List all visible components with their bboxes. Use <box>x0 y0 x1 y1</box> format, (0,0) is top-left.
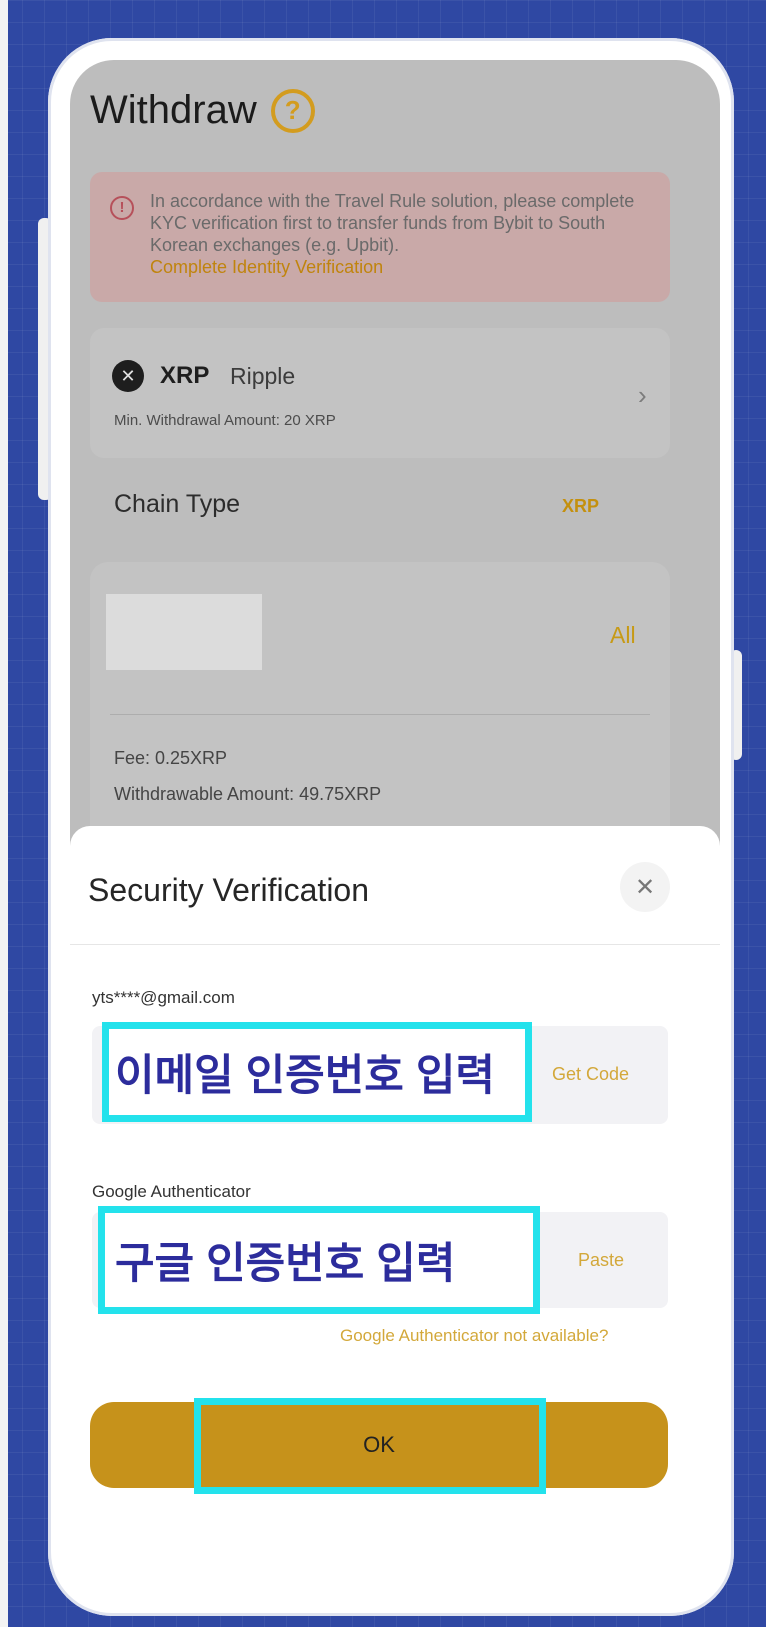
amount-divider <box>110 714 650 715</box>
xrp-coin-icon: ✕ <box>112 360 144 392</box>
coin-symbol: XRP <box>160 362 210 389</box>
notice-text: In accordance with the Travel Rule solut… <box>150 191 635 255</box>
help-icon[interactable]: ? <box>270 88 315 133</box>
get-code-button[interactable]: Get Code <box>552 1064 629 1085</box>
email-code-annotation[interactable]: 이메일 인증번호 입력 <box>102 1022 532 1122</box>
fee-text: Fee: 0.25XRP <box>114 748 228 768</box>
close-icon[interactable]: ✕ <box>620 862 670 912</box>
min-withdrawal-text: Min. Withdrawal Amount: 20 XRP <box>114 412 336 429</box>
chain-type-value[interactable]: XRP <box>562 496 599 517</box>
email-label: yts****@gmail.com <box>92 988 235 1007</box>
all-button[interactable]: All <box>610 622 636 649</box>
page-title: Withdraw <box>90 88 257 132</box>
page-title-row: Withdraw ? <box>90 88 315 133</box>
google-authenticator-field[interactable]: 구글 인증번호 입력 Paste <box>92 1206 668 1314</box>
paste-button[interactable]: Paste <box>578 1250 624 1271</box>
coin-name: Ripple <box>230 363 296 389</box>
withdrawable-amount-text: Withdrawable Amount: 49.75XRP <box>114 784 382 804</box>
left-border <box>0 0 8 1627</box>
chevron-right-icon: › <box>638 380 647 410</box>
travel-rule-notice: ! In accordance with the Travel Rule sol… <box>90 172 670 302</box>
email-code-field[interactable]: 이메일 인증번호 입력 Get Code <box>92 1022 668 1124</box>
google-authenticator-label: Google Authenticator <box>92 1182 251 1201</box>
sheet-title: Security Verification <box>88 872 370 908</box>
chain-type-label: Chain Type <box>114 490 241 518</box>
phone-screen: Withdraw ? ! In accordance with the Trav… <box>70 60 720 1590</box>
ga-not-available-link[interactable]: Google Authenticator not available? <box>340 1326 608 1346</box>
sheet-divider <box>70 944 720 945</box>
identity-verification-link[interactable]: Complete Identity Verification <box>150 256 650 278</box>
amount-input-redacted[interactable] <box>106 594 262 670</box>
alert-icon: ! <box>110 196 134 220</box>
google-code-annotation[interactable]: 구글 인증번호 입력 <box>98 1206 540 1314</box>
security-verification-sheet: Security Verification ✕ yts****@gmail.co… <box>70 826 720 1590</box>
background-dimmed-page: Withdraw ? ! In accordance with the Trav… <box>70 60 720 862</box>
ok-highlight-box <box>194 1398 546 1494</box>
amount-card: All Fee: 0.25XRP Withdrawable Amount: 49… <box>90 562 670 862</box>
coin-selector[interactable]: ✕ XRP Ripple Min. Withdrawal Amount: 20 … <box>90 328 670 458</box>
